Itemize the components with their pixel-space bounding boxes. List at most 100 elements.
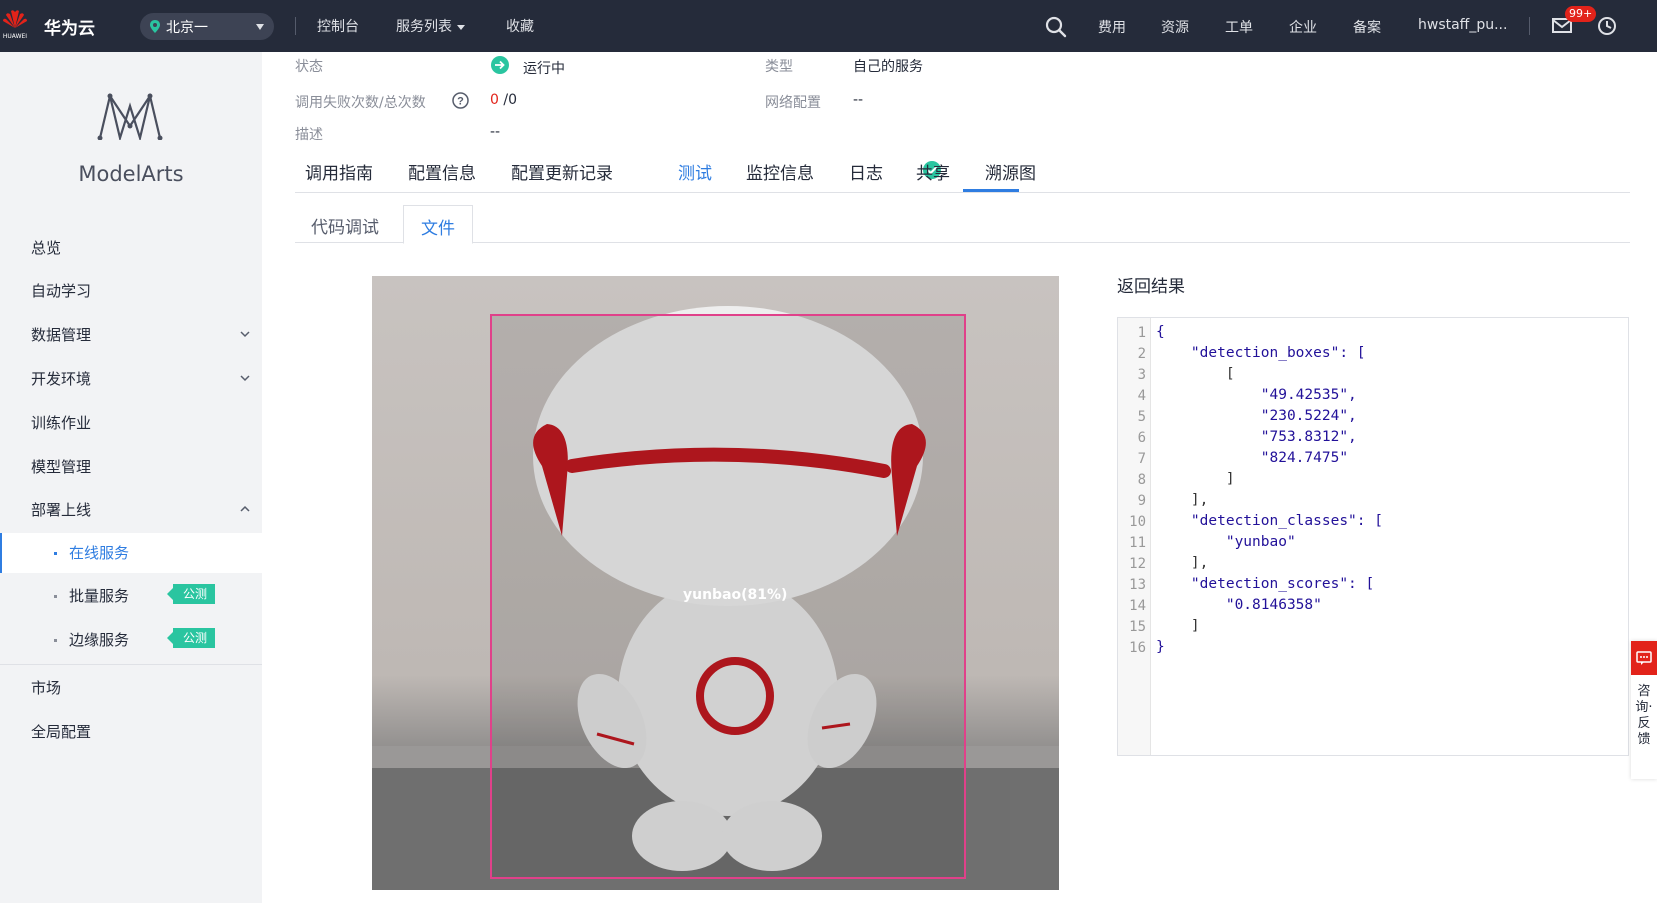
nav-favorites[interactable]: 收藏: [506, 16, 534, 36]
result-code-viewer[interactable]: 1 2 3 4 5 6 7 8 9 10 11 12 13 14 15 16 {…: [1117, 317, 1629, 756]
network-label: 网络配置: [765, 95, 821, 111]
line-number: 16: [1129, 640, 1146, 656]
caret-down-icon: [457, 24, 465, 30]
nav-service-list-label: 服务列表: [396, 19, 452, 35]
call-stats-value: 0 /0: [490, 92, 517, 108]
subtab-file[interactable]: 文件: [403, 205, 473, 244]
sidebar-subitem-online-service[interactable]: 在线服务: [54, 542, 129, 563]
line-number: 14: [1129, 598, 1146, 614]
sidebar-subitem-label: 批量服务: [69, 587, 130, 605]
tab-config-history[interactable]: 配置更新记录: [511, 159, 613, 184]
sidebar-item-overview[interactable]: 总览: [31, 237, 61, 258]
top-bar: HUAWEI 华为云 北京一 控制台 服务列表 收藏 费用 资源 工单 企业 备…: [0, 0, 1657, 52]
chevron-down-icon[interactable]: [240, 373, 250, 383]
sidebar-item-training[interactable]: 训练作业: [31, 412, 91, 433]
user-account[interactable]: hwstaff_pu...: [1418, 17, 1507, 33]
code-line: "detection_scores": [: [1156, 576, 1375, 592]
sidebar-item-deployment[interactable]: 部署上线: [31, 499, 91, 520]
sidebar-item-dev-env[interactable]: 开发环境: [31, 368, 91, 389]
code-line: "0.8146358": [1156, 597, 1322, 613]
status-value: 运行中: [523, 61, 565, 77]
subtab-code-debug[interactable]: 代码调试: [311, 205, 379, 243]
fail-count: 0: [490, 92, 499, 108]
tab-call-guide[interactable]: 调用指南: [305, 159, 373, 184]
feedback-label: 咨询·反馈: [1635, 684, 1653, 747]
line-number: 2: [1137, 346, 1146, 362]
description-label: 描述: [295, 127, 323, 143]
detection-label: yunbao(81%): [683, 587, 788, 603]
search-icon[interactable]: [1045, 16, 1067, 38]
sidebar-subitem-edge-service[interactable]: 边缘服务: [54, 629, 129, 650]
code-line: }: [1156, 639, 1165, 655]
tab-lineage[interactable]: 溯源图: [985, 159, 1036, 184]
region-label: 北京一: [166, 20, 208, 36]
divider: [295, 17, 296, 35]
chevron-down-icon[interactable]: [240, 329, 250, 339]
help-icon[interactable]: ?: [452, 92, 469, 109]
huawei-flower-icon: [3, 10, 27, 28]
caret-down-icon: [256, 24, 264, 30]
total-count: /0: [498, 92, 517, 108]
app-name: ModelArts: [78, 162, 184, 186]
sidebar-item-global-config[interactable]: 全局配置: [31, 721, 91, 742]
link-enterprise[interactable]: 企业: [1289, 17, 1317, 37]
line-number: 7: [1137, 451, 1146, 467]
link-billing[interactable]: 费用: [1098, 17, 1126, 37]
huawei-logo[interactable]: HUAWEI: [0, 6, 30, 44]
svg-text:?: ?: [457, 96, 464, 108]
clock-icon[interactable]: [1597, 16, 1617, 36]
active-item-highlight: [0, 533, 262, 573]
detail-tabs: 调用指南 配置信息 配置更新记录 测试 监控信息 日志 共享 溯源图: [295, 145, 1630, 193]
sidebar-subitem-label: 边缘服务: [69, 631, 130, 649]
type-value: 自己的服务: [853, 59, 923, 75]
code-line: ],: [1156, 492, 1209, 508]
line-number: 4: [1137, 388, 1146, 404]
code-line: "824.7475": [1156, 450, 1349, 466]
sidebar-item-data-management[interactable]: 数据管理: [31, 324, 91, 345]
code-line: "detection_classes": [: [1156, 513, 1383, 529]
divider: [1529, 17, 1530, 35]
description-value: --: [490, 124, 501, 140]
tab-share[interactable]: 共享: [916, 159, 950, 184]
chat-icon: [1631, 641, 1657, 675]
code-line: "753.8312",: [1156, 429, 1357, 445]
sidebar-subitem-batch-service[interactable]: 批量服务: [54, 585, 129, 606]
sidebar-item-auto-learning[interactable]: 自动学习: [31, 280, 91, 301]
region-selector[interactable]: 北京一: [140, 13, 274, 40]
code-line: [: [1156, 366, 1235, 382]
result-title: 返回结果: [1117, 277, 1185, 297]
line-number: 9: [1137, 493, 1146, 509]
feedback-button[interactable]: 咨询·反馈: [1631, 641, 1657, 779]
type-label: 类型: [765, 59, 793, 75]
tab-test[interactable]: 测试: [678, 159, 712, 184]
tab-logs[interactable]: 日志: [849, 159, 883, 184]
tab-monitoring[interactable]: 监控信息: [746, 159, 814, 184]
sidebar-item-market[interactable]: 市场: [31, 677, 61, 698]
code-line: ],: [1156, 555, 1209, 571]
line-number: 5: [1137, 409, 1146, 425]
test-subtabs: 代码调试 文件: [295, 205, 1630, 244]
code-line: ]: [1156, 471, 1235, 487]
link-filing[interactable]: 备案: [1353, 17, 1381, 37]
link-resources[interactable]: 资源: [1161, 17, 1189, 37]
line-number: 12: [1129, 556, 1146, 572]
modelarts-logo: [97, 93, 163, 140]
line-number: 10: [1129, 514, 1146, 530]
bullet: [54, 639, 57, 642]
line-number: 13: [1129, 577, 1146, 593]
running-status-icon: [491, 56, 509, 74]
tab-config-info[interactable]: 配置信息: [408, 159, 476, 184]
location-pin-icon: [150, 20, 160, 33]
beta-tag: 公测: [166, 628, 216, 648]
sidebar: ModelArts 总览 自动学习 数据管理 开发环境 训练作业 模型管理 部署…: [0, 52, 262, 903]
link-tickets[interactable]: 工单: [1225, 17, 1253, 37]
brand-name[interactable]: 华为云: [44, 14, 95, 39]
logo-text: HUAWEI: [2, 33, 28, 40]
nav-console[interactable]: 控制台: [317, 16, 359, 36]
beta-tag: 公测: [166, 584, 216, 604]
chevron-up-icon[interactable]: [240, 504, 250, 514]
line-number: 11: [1129, 535, 1146, 551]
nav-service-list[interactable]: 服务列表: [396, 16, 465, 36]
sidebar-item-model-management[interactable]: 模型管理: [31, 456, 91, 477]
line-number: 6: [1137, 430, 1146, 446]
